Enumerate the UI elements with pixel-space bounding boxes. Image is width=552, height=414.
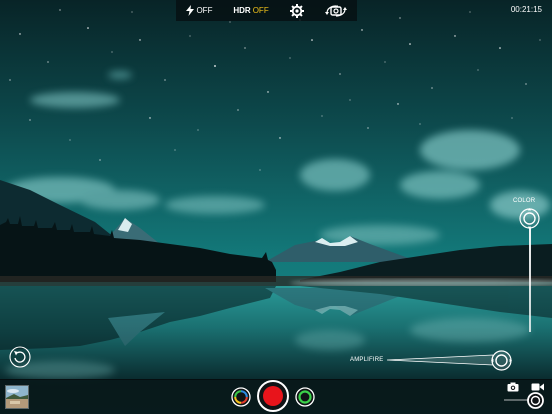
color-slider-track[interactable]	[529, 228, 531, 332]
camera-app: OFF HDR OFF 00:21:15 COLOR AMPLIFIRE	[0, 0, 552, 414]
settings-button[interactable]	[289, 3, 304, 18]
amplify-slider-knob[interactable]	[491, 350, 512, 371]
camera-icon[interactable]	[507, 382, 519, 392]
record-icon	[263, 386, 283, 406]
flash-value: OFF	[196, 6, 213, 15]
color-slider-label: COLOR	[513, 198, 536, 204]
bottom-toolbar	[0, 379, 552, 414]
camera-preview	[0, 0, 552, 414]
recording-timer: 00:21:15	[510, 5, 542, 14]
gear-icon	[289, 3, 304, 18]
top-toolbar: OFF HDR OFF	[176, 0, 357, 21]
effect-button[interactable]	[295, 387, 315, 407]
amplify-slider-track[interactable]	[387, 354, 493, 366]
rotate-icon[interactable]	[9, 346, 31, 368]
gallery-thumbnail[interactable]	[5, 385, 29, 409]
flash-icon	[186, 5, 195, 16]
hdr-label: HDR	[233, 6, 251, 15]
switch-camera-button[interactable]	[324, 4, 347, 18]
hdr-value: OFF	[252, 6, 269, 15]
mode-switch-knob[interactable]	[527, 392, 544, 409]
flash-toggle[interactable]: OFF	[186, 5, 212, 16]
color-slider-knob[interactable]	[519, 208, 540, 229]
record-button[interactable]	[257, 380, 289, 412]
hdr-toggle[interactable]: HDR OFF	[233, 6, 268, 15]
rotate-camera-icon	[324, 4, 347, 17]
video-camera-icon[interactable]	[531, 382, 544, 392]
amplify-slider-label: AMPLIFIRE	[350, 357, 384, 363]
filter-ring-icon[interactable]	[231, 387, 251, 407]
